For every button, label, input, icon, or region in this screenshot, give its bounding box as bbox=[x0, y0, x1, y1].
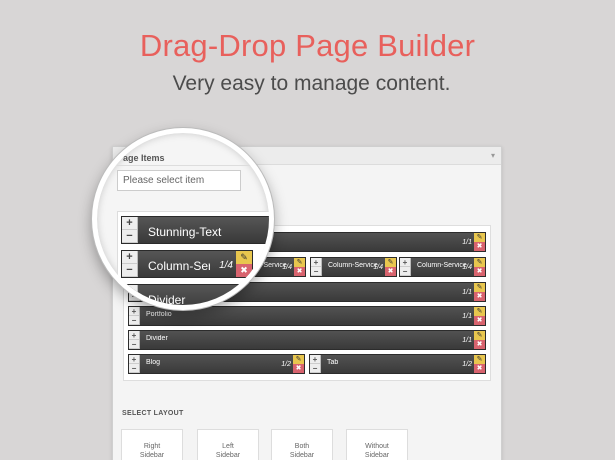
layout-option-label: Sidebar bbox=[289, 452, 315, 459]
minus-icon[interactable]: − bbox=[310, 364, 320, 373]
builder-item-divider-2[interactable]: + − Divider 1/1 ✎ ✖ bbox=[128, 330, 486, 350]
builder-item-column-service-3[interactable]: + − Column-Service 1/4 ✎ ✖ bbox=[310, 257, 397, 277]
minus-icon[interactable]: − bbox=[129, 316, 139, 325]
layout-option-label: Sidebar bbox=[364, 452, 390, 459]
delete-icon[interactable]: ✖ bbox=[385, 267, 396, 276]
edit-icon[interactable]: ✎ bbox=[474, 233, 485, 242]
item-label: Column-Service bbox=[328, 262, 378, 269]
delete-icon[interactable]: ✖ bbox=[474, 316, 485, 325]
layout-option-without-sidebar[interactable]: Without Sidebar bbox=[346, 429, 408, 460]
layout-option-right-sidebar[interactable]: Right Sidebar bbox=[121, 429, 183, 460]
edit-icon[interactable]: ✎ bbox=[294, 258, 305, 267]
edit-icon[interactable]: ✎ bbox=[236, 251, 252, 264]
plus-icon[interactable]: + bbox=[400, 258, 410, 267]
minus-icon[interactable]: − bbox=[311, 267, 321, 276]
layout-option-label: Left bbox=[222, 443, 234, 450]
builder-item-tab[interactable]: + − Tab 1/2 ✎ ✖ bbox=[309, 354, 486, 374]
delete-icon[interactable]: ✖ bbox=[294, 267, 305, 276]
magnified-item-column-service[interactable]: +− Column-Service 1/4 ✎✖ bbox=[121, 250, 253, 278]
resize-controls: +− bbox=[129, 307, 140, 325]
resize-controls: +− bbox=[129, 355, 140, 373]
layout-option-label: Sidebar bbox=[215, 452, 241, 459]
item-label: Tab bbox=[327, 359, 339, 366]
resize-controls: +− bbox=[311, 258, 322, 276]
magnified-item-stunning-text[interactable]: + − Stunning-Text bbox=[121, 216, 269, 244]
plus-icon[interactable]: + bbox=[129, 307, 139, 316]
edit-icon[interactable]: ✎ bbox=[474, 307, 485, 316]
plus-icon[interactable]: + bbox=[122, 217, 137, 230]
minus-icon[interactable]: − bbox=[129, 364, 139, 373]
layout-option-left-sidebar[interactable]: Left Sidebar bbox=[197, 429, 259, 460]
delete-icon[interactable]: ✖ bbox=[474, 364, 485, 373]
delete-icon[interactable]: ✖ bbox=[474, 340, 485, 349]
item-size: 1/4 bbox=[282, 264, 292, 271]
item-label: Portfolio bbox=[146, 311, 172, 318]
item-label: Divider bbox=[146, 335, 168, 342]
plus-icon[interactable]: + bbox=[310, 355, 320, 364]
item-size: 1/2 bbox=[462, 361, 472, 368]
delete-icon[interactable]: ✖ bbox=[474, 292, 485, 301]
item-size: 1/4 bbox=[219, 260, 233, 271]
collapse-icon[interactable]: ▾ bbox=[491, 151, 495, 160]
plus-icon[interactable]: + bbox=[122, 285, 137, 298]
delete-icon[interactable]: ✖ bbox=[293, 364, 304, 373]
resize-controls: +− bbox=[122, 251, 138, 277]
minus-icon[interactable]: − bbox=[129, 340, 139, 349]
edit-icon[interactable]: ✎ bbox=[293, 355, 304, 364]
magnified-item-select[interactable]: Please select item bbox=[117, 170, 241, 191]
item-label: Stunning-Text bbox=[148, 225, 222, 239]
delete-icon[interactable]: ✖ bbox=[236, 264, 252, 277]
select-layout-title: SELECT LAYOUT bbox=[122, 410, 184, 417]
layout-option-label: Both bbox=[294, 443, 310, 450]
builder-item-column-service-4[interactable]: + − Column-Service 1/4 ✎ ✖ bbox=[399, 257, 486, 277]
edit-icon[interactable]: ✎ bbox=[474, 331, 485, 340]
minus-icon[interactable]: − bbox=[122, 264, 137, 277]
magnifier-lens: Page Items Please select item + − Stunnin… bbox=[92, 128, 274, 310]
minus-icon[interactable]: − bbox=[122, 230, 137, 243]
builder-item-blog[interactable]: + − Blog 1/2 ✎ ✖ bbox=[128, 354, 305, 374]
edit-icon[interactable]: ✎ bbox=[474, 283, 485, 292]
layout-option-label: Right bbox=[143, 443, 161, 450]
hero-subtitle: Very easy to manage content. bbox=[172, 72, 451, 95]
resize-controls: +− bbox=[129, 331, 140, 349]
item-size: 1/1 bbox=[462, 239, 472, 246]
resize-controls: +− bbox=[310, 355, 321, 373]
plus-icon[interactable]: + bbox=[311, 258, 321, 267]
edit-icon[interactable]: ✎ bbox=[474, 355, 485, 364]
resize-controls: +− bbox=[122, 217, 138, 243]
item-size: 1/4 bbox=[373, 264, 383, 271]
layout-option-both-sidebar[interactable]: Both Sidebar bbox=[271, 429, 333, 460]
minus-icon[interactable]: − bbox=[400, 267, 410, 276]
edit-icon[interactable]: ✎ bbox=[385, 258, 396, 267]
layout-option-label: Sidebar bbox=[139, 452, 165, 459]
item-label: Blog bbox=[146, 359, 161, 366]
item-size: 1/4 bbox=[462, 264, 472, 271]
edit-icon[interactable]: ✎ bbox=[474, 258, 485, 267]
magnified-panel-header: Page Items bbox=[117, 153, 269, 166]
delete-icon[interactable]: ✖ bbox=[474, 242, 485, 251]
item-size: 1/1 bbox=[462, 289, 472, 296]
item-size: 1/2 bbox=[281, 361, 291, 368]
hero-title: Drag-Drop Page Builder bbox=[139, 28, 476, 63]
plus-icon[interactable]: + bbox=[122, 251, 137, 264]
item-size: 1/1 bbox=[462, 337, 472, 344]
plus-icon[interactable]: + bbox=[129, 355, 139, 364]
layout-option-label: Without bbox=[365, 443, 389, 450]
resize-controls: +− bbox=[400, 258, 411, 276]
item-label: Column-Service bbox=[417, 262, 467, 269]
delete-icon[interactable]: ✖ bbox=[474, 267, 485, 276]
item-size: 1/1 bbox=[462, 313, 472, 320]
item-label: Divider bbox=[148, 293, 186, 307]
item-label: Column-Service bbox=[148, 259, 210, 273]
plus-icon[interactable]: + bbox=[129, 331, 139, 340]
